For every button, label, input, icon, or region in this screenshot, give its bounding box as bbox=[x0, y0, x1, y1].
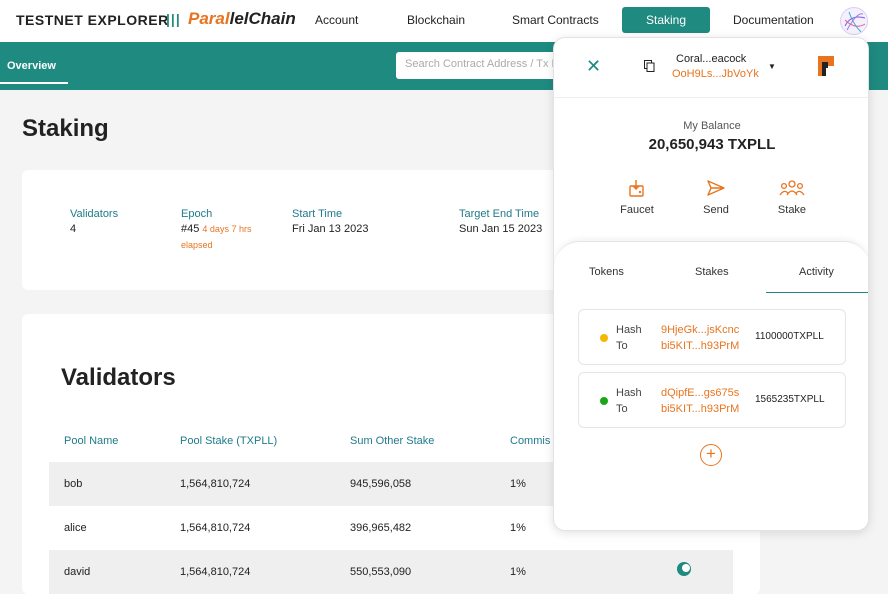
faucet-icon bbox=[629, 180, 644, 197]
copy-icon[interactable] bbox=[644, 60, 655, 72]
active-tab-underline bbox=[766, 292, 868, 293]
nav-smart-contracts[interactable]: Smart Contracts bbox=[512, 13, 599, 27]
pool-name: alice bbox=[64, 522, 87, 534]
validators-value: 4 bbox=[70, 223, 77, 235]
nav-staking[interactable]: Staking bbox=[622, 7, 710, 33]
tx-hash[interactable]: dQipfE...gs675s bbox=[661, 387, 739, 399]
start-time-value: Fri Jan 13 2023 bbox=[292, 223, 369, 235]
tx-amount: 1565235TXPLL bbox=[755, 394, 825, 405]
activity-values: dQipfE...gs675s bi5KIT...h93PrM bbox=[661, 385, 739, 417]
commission: 1% bbox=[510, 522, 526, 534]
search-input[interactable]: Search Contract Address / Tx Hash bbox=[396, 52, 566, 79]
pool-stake: 1,564,810,724 bbox=[180, 522, 251, 534]
stake-action-icon[interactable] bbox=[677, 562, 691, 576]
pool-stake: 1,564,810,724 bbox=[180, 566, 251, 578]
commission: 1% bbox=[510, 478, 526, 490]
nav-documentation[interactable]: Documentation bbox=[733, 13, 814, 27]
wallet-header: ✕ Coral...eacock OoH9Ls...JbVoYk ▼ bbox=[554, 38, 868, 98]
pool-name: bob bbox=[64, 478, 83, 490]
page-title: Staking bbox=[22, 115, 109, 142]
epoch-label: Epoch bbox=[181, 208, 213, 220]
tab-tokens[interactable]: Tokens bbox=[589, 266, 624, 278]
add-icon[interactable]: + bbox=[700, 444, 722, 466]
account-address[interactable]: OoH9Ls...JbVoYk bbox=[672, 68, 759, 80]
header-pool-name: Pool Name bbox=[64, 435, 119, 447]
commission: 1% bbox=[510, 566, 526, 578]
send-icon bbox=[707, 180, 725, 196]
header-pool-stake: Pool Stake (TXPLL) bbox=[180, 435, 278, 447]
balance-value: 20,650,943 TXPLL bbox=[648, 136, 776, 153]
avatar-icon bbox=[844, 11, 866, 33]
end-time-label: Target End Time bbox=[459, 208, 540, 220]
send-label: Send bbox=[703, 204, 729, 216]
chevron-down-icon[interactable]: ▼ bbox=[768, 62, 776, 71]
pool-name: david bbox=[64, 566, 91, 578]
success-status-icon bbox=[600, 397, 608, 405]
epoch-number: #45 bbox=[181, 223, 200, 235]
tx-hash[interactable]: 9HjeGk...jsKcnc bbox=[661, 324, 739, 336]
logo-part-1: Paral bbox=[188, 9, 230, 28]
tab-activity[interactable]: Activity bbox=[799, 266, 834, 278]
activity-labels: Hash To bbox=[616, 385, 642, 417]
close-icon[interactable]: ✕ bbox=[586, 56, 601, 77]
parallelchain-icon bbox=[818, 56, 834, 76]
to-label: To bbox=[616, 403, 628, 415]
brand-title[interactable]: TESTNET EXPLORER bbox=[16, 12, 169, 28]
other-stake: 550,553,090 bbox=[350, 566, 412, 578]
epoch-elapsed-2: elapsed bbox=[181, 240, 213, 250]
start-time-label: Start Time bbox=[292, 208, 343, 220]
people-icon bbox=[779, 180, 805, 196]
epoch-elapsed-1: 4 days 7 hrs bbox=[202, 224, 252, 234]
account-name[interactable]: Coral...eacock bbox=[676, 53, 746, 65]
activity-labels: Hash To bbox=[616, 322, 642, 354]
overview-underline bbox=[0, 82, 68, 84]
parallelchain-logo[interactable]: ParallelChain bbox=[188, 9, 296, 29]
end-time-value: Sun Jan 15 2023 bbox=[459, 223, 543, 235]
validators-title: Validators bbox=[61, 364, 176, 391]
activity-item[interactable]: Hash To 9HjeGk...jsKcnc bi5KIT...h93PrM 11… bbox=[578, 309, 846, 365]
tab-overview[interactable]: Overview bbox=[7, 60, 56, 72]
hash-label: Hash bbox=[616, 387, 642, 399]
tx-to[interactable]: bi5KIT...h93PrM bbox=[661, 340, 739, 352]
user-avatar[interactable] bbox=[840, 7, 868, 35]
faucet-label: Faucet bbox=[620, 204, 654, 216]
table-row[interactable]: david 1,564,810,724 550,553,090 1% bbox=[49, 550, 733, 594]
wallet-tabs-panel: Tokens Stakes Activity Hash To 9HjeGk...j… bbox=[554, 241, 868, 530]
tx-amount: 1100000TXPLL bbox=[755, 331, 824, 342]
send-button[interactable]: Send bbox=[686, 178, 746, 216]
other-stake: 945,596,058 bbox=[350, 478, 412, 490]
to-label: To bbox=[616, 340, 628, 352]
nav-blockchain[interactable]: Blockchain bbox=[407, 13, 465, 27]
epoch-value: #45 4 days 7 hrs bbox=[181, 223, 251, 235]
other-stake: 396,965,482 bbox=[350, 522, 412, 534]
validators-label: Validators bbox=[70, 208, 119, 220]
stake-label: Stake bbox=[777, 204, 807, 216]
header-commission: Commis bbox=[510, 435, 551, 447]
pool-stake: 1,564,810,724 bbox=[180, 478, 251, 490]
hash-label: Hash bbox=[616, 324, 642, 336]
tab-stakes[interactable]: Stakes bbox=[695, 266, 729, 278]
wallet-popup: ✕ Coral...eacock OoH9Ls...JbVoYk ▼ My Ba… bbox=[553, 37, 869, 531]
activity-values: 9HjeGk...jsKcnc bi5KIT...h93PrM bbox=[661, 322, 739, 354]
nav-account[interactable]: Account bbox=[315, 13, 358, 27]
top-nav: TESTNET EXPLORER ||| ParallelChain Accou… bbox=[0, 0, 888, 42]
brand-separator: ||| bbox=[166, 11, 181, 27]
tx-to[interactable]: bi5KIT...h93PrM bbox=[661, 403, 739, 415]
activity-item[interactable]: Hash To dQipfE...gs675s bi5KIT...h93PrM 15… bbox=[578, 372, 846, 428]
pending-status-icon bbox=[600, 334, 608, 342]
stake-button[interactable]: Stake bbox=[762, 178, 822, 216]
balance-label: My Balance bbox=[683, 120, 741, 132]
faucet-button[interactable]: Faucet bbox=[607, 178, 667, 216]
header-other-stake: Sum Other Stake bbox=[350, 435, 435, 447]
logo-part-2: lelChain bbox=[229, 9, 296, 28]
